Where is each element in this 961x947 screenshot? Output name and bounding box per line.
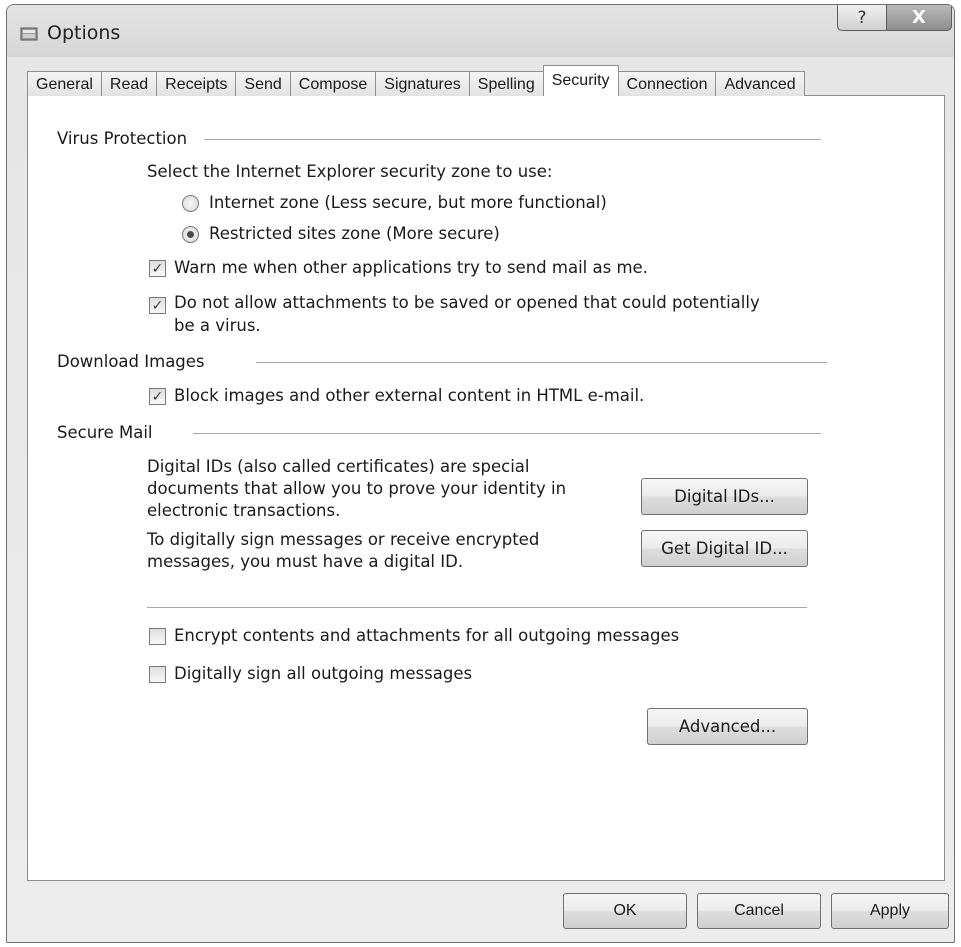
secure-mail-divider bbox=[193, 433, 821, 434]
apply-button[interactable]: Apply bbox=[831, 893, 949, 929]
block-attachments-label-line1[interactable]: Do not allow attachments to be saved or … bbox=[174, 293, 760, 312]
checkmark-icon: ✓ bbox=[151, 388, 164, 405]
tab-signatures[interactable]: Signatures bbox=[376, 71, 470, 96]
restricted-zone-label[interactable]: Restricted sites zone (More secure) bbox=[209, 224, 500, 243]
secure-mail-heading: Secure Mail bbox=[57, 423, 157, 442]
sign-outgoing-label[interactable]: Digitally sign all outgoing messages bbox=[174, 664, 472, 683]
sign-outgoing-checkbox[interactable] bbox=[149, 666, 166, 683]
internet-zone-radio[interactable] bbox=[182, 195, 199, 212]
encrypt-outgoing-label[interactable]: Encrypt contents and attachments for all… bbox=[174, 626, 679, 645]
virus-protection-heading: Virus Protection bbox=[57, 129, 192, 148]
block-attachments-checkbox[interactable]: ✓ bbox=[149, 297, 166, 314]
download-images-heading: Download Images bbox=[57, 352, 209, 371]
mail-app-icon bbox=[20, 27, 38, 41]
block-images-checkbox[interactable]: ✓ bbox=[149, 388, 166, 405]
help-button[interactable]: ? bbox=[837, 5, 887, 31]
warn-send-mail-label[interactable]: Warn me when other applications try to s… bbox=[174, 258, 648, 277]
get-digital-id-button[interactable]: Get Digital ID... bbox=[641, 530, 808, 567]
advanced-security-button[interactable]: Advanced... bbox=[647, 708, 808, 745]
digital-ids-desc-line2: documents that allow you to prove your i… bbox=[147, 479, 567, 498]
block-attachments-label-line2[interactable]: be a virus. bbox=[174, 316, 261, 335]
ok-button[interactable]: OK bbox=[563, 893, 687, 929]
tab-advanced[interactable]: Advanced bbox=[716, 71, 805, 96]
cancel-button[interactable]: Cancel bbox=[697, 893, 821, 929]
tab-compose[interactable]: Compose bbox=[290, 71, 377, 96]
tab-spelling[interactable]: Spelling bbox=[469, 71, 544, 96]
digital-ids-desc-line3: electronic transactions. bbox=[147, 501, 341, 520]
virus-protection-divider bbox=[204, 139, 821, 140]
tab-connection[interactable]: Connection bbox=[618, 71, 717, 96]
close-button[interactable]: X bbox=[886, 5, 952, 31]
tab-read[interactable]: Read bbox=[101, 71, 158, 96]
tab-send[interactable]: Send bbox=[236, 71, 291, 96]
download-images-divider bbox=[256, 362, 827, 363]
digital-ids-button[interactable]: Digital IDs... bbox=[641, 478, 808, 515]
encrypt-outgoing-checkbox[interactable] bbox=[149, 628, 166, 645]
security-tab-panel: Virus Protection Select the Internet Exp… bbox=[27, 95, 945, 881]
checkmark-icon: ✓ bbox=[151, 297, 164, 314]
restricted-zone-radio[interactable] bbox=[182, 226, 199, 243]
tab-security[interactable]: Security bbox=[542, 65, 619, 96]
sign-encrypt-desc-line2: messages, you must have a digital ID. bbox=[147, 552, 464, 571]
title-bar[interactable]: Options ? X bbox=[7, 5, 954, 57]
tab-receipts[interactable]: Receipts bbox=[157, 71, 237, 96]
tab-general[interactable]: General bbox=[27, 71, 102, 96]
close-icon: X bbox=[912, 7, 926, 28]
radio-selected-dot bbox=[187, 231, 194, 238]
digital-ids-desc-line1: Digital IDs (also called certificates) a… bbox=[147, 457, 530, 476]
zone-prompt-label: Select the Internet Explorer security zo… bbox=[147, 162, 553, 181]
help-icon: ? bbox=[857, 7, 867, 28]
tab-strip: General Read Receipts Send Compose Signa… bbox=[27, 65, 805, 96]
internet-zone-label[interactable]: Internet zone (Less secure, but more fun… bbox=[209, 193, 607, 212]
sign-encrypt-desc-line1: To digitally sign messages or receive en… bbox=[147, 530, 540, 549]
warn-send-mail-checkbox[interactable]: ✓ bbox=[149, 260, 166, 277]
block-images-label[interactable]: Block images and other external content … bbox=[174, 386, 644, 405]
window-title: Options bbox=[47, 22, 121, 44]
secure-mail-inner-divider bbox=[147, 607, 807, 608]
checkmark-icon: ✓ bbox=[151, 260, 164, 277]
